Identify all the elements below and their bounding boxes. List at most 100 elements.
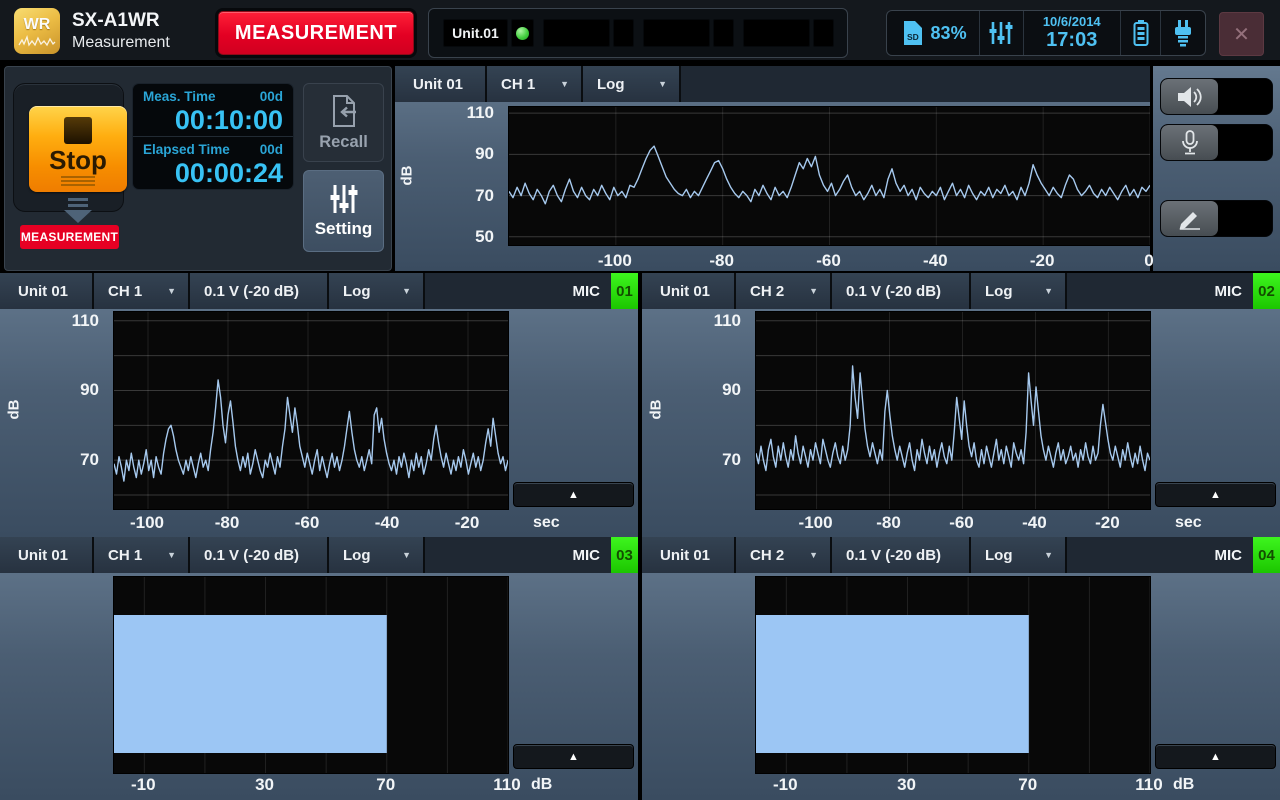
tool-column [1153, 66, 1280, 271]
mic02-channel-selector[interactable]: CH 2 ▼ [736, 273, 832, 309]
y-tick-label: 70 [475, 187, 494, 204]
app-logo: WR [14, 8, 60, 54]
mic-label: MIC [573, 273, 601, 309]
mixer-status [980, 11, 1024, 55]
x-tick-label: -100 [130, 510, 164, 536]
mic04-unit-selector[interactable]: Unit 01 [642, 537, 736, 573]
empty-unit-slot [543, 19, 610, 47]
mic-monitor-button[interactable] [1160, 124, 1273, 161]
mic03-channel-selector[interactable]: CH 1 ▼ [94, 537, 190, 573]
mic03-unit-selector[interactable]: Unit 01 [0, 537, 94, 573]
speaker-monitor-button[interactable] [1160, 78, 1273, 115]
y-axis-ticks: 1109070 [0, 311, 106, 508]
sd-card-icon: SD [900, 20, 924, 46]
marker-display [1218, 201, 1272, 236]
empty-unit-slot [643, 19, 710, 47]
recall-button-label: Recall [319, 133, 368, 152]
mic03-scale-selector[interactable]: Log ▼ [329, 537, 425, 573]
y-tick-label: 70 [722, 451, 741, 468]
chevron-down-icon: ▼ [658, 79, 667, 89]
mic01-range-display[interactable]: 0.1 V (-20 dB) [190, 273, 329, 309]
app-title-block: SX-A1WR Measurement [72, 9, 170, 53]
mic01-plot [113, 311, 509, 510]
app-subtitle: Measurement [72, 33, 170, 53]
x-axis-unit-label: sec [1175, 510, 1202, 536]
x-tick-label: -100 [598, 248, 632, 274]
unit-status-strip: Unit.01 [428, 8, 848, 58]
setting-sliders-icon [329, 184, 359, 214]
mic01-unit-selector[interactable]: Unit 01 [0, 273, 94, 309]
y-axis-ticks: 110907050 [395, 106, 501, 244]
marker-pen-button[interactable] [1160, 200, 1273, 237]
mic03-range-display[interactable]: 0.1 V (-20 dB) [190, 537, 329, 573]
close-button[interactable]: ✕ [1219, 12, 1264, 56]
empty-led-slot [713, 19, 734, 47]
mic01-channel-selector[interactable]: CH 1 ▼ [94, 273, 190, 309]
mic02-range-display[interactable]: 0.1 V (-20 dB) [832, 273, 971, 309]
stop-button-frame: Stop [13, 83, 124, 212]
setting-button[interactable]: Setting [303, 170, 384, 252]
chevron-up-icon: ▲ [568, 489, 579, 501]
empty-unit-slot [743, 19, 810, 47]
collapse-chart-button[interactable]: ▲ [513, 744, 634, 769]
elapsed-time-days: 00d [260, 143, 283, 158]
mic02-scale-selector[interactable]: Log ▼ [971, 273, 1067, 309]
collapse-chart-button[interactable]: ▲ [1155, 482, 1276, 507]
expand-down-arrow-icon[interactable] [63, 198, 93, 224]
mic01-number-badge: 01 [611, 273, 638, 309]
mic03-plot [113, 576, 509, 774]
mic04-channel-selector[interactable]: CH 2 ▼ [736, 537, 832, 573]
mic04-scale-selector[interactable]: Log ▼ [971, 537, 1067, 573]
recall-button[interactable]: Recall [303, 83, 384, 162]
measurement-mode-button[interactable]: MEASUREMENT [218, 11, 414, 55]
elapsed-time-value: 00:00:24 [143, 159, 283, 187]
x-axis-unit-label: dB [531, 772, 552, 798]
power-plug-icon [1171, 19, 1195, 47]
mic01-scale-selector[interactable]: Log ▼ [329, 273, 425, 309]
x-tick-label: 110 [493, 772, 520, 798]
mic02-number-badge: 02 [1253, 273, 1280, 309]
x-tick-label: 30 [897, 772, 916, 798]
x-tick-label: -40 [923, 248, 948, 274]
mixer-sliders-icon [989, 20, 1013, 46]
mic02-chart-panel: Unit 01 CH 2 ▼ 0.1 V (-20 dB) Log ▼ MIC … [642, 273, 1280, 537]
x-axis-ticks: -100-80-60-40-20sec [755, 510, 1275, 536]
x-tick-label: 70 [1018, 772, 1037, 798]
y-tick-label: 90 [80, 381, 99, 398]
y-tick-label: 50 [475, 228, 494, 245]
x-tick-label: -100 [799, 510, 833, 536]
chevron-up-icon: ▲ [1210, 751, 1221, 763]
elapsed-time-label: Elapsed Time [143, 143, 230, 158]
app-logo-text: WR [24, 17, 51, 33]
stop-button[interactable]: Stop [29, 106, 127, 192]
collapse-chart-button[interactable]: ▲ [1155, 744, 1276, 769]
chevron-down-icon: ▼ [1044, 550, 1053, 560]
unit-led-slot [511, 19, 534, 47]
x-tick-label: -20 [1095, 510, 1120, 536]
app-title: SX-A1WR [72, 9, 170, 33]
x-tick-label: -80 [215, 510, 240, 536]
x-tick-label: -10 [773, 772, 798, 798]
mic02-unit-selector[interactable]: Unit 01 [642, 273, 736, 309]
measurement-status-badge: MEASUREMENT [20, 225, 119, 249]
x-tick-label: 110 [1135, 772, 1162, 798]
y-tick-label: 90 [475, 145, 494, 162]
microphone-icon [1178, 130, 1202, 156]
collapse-chart-button[interactable]: ▲ [513, 482, 634, 507]
meas-time-days: 00d [260, 90, 283, 105]
meas-time-label: Meas. Time [143, 90, 216, 105]
speaker-level-display [1218, 79, 1272, 114]
x-tick-label: -60 [949, 510, 974, 536]
overview-channel-selector[interactable]: CH 1 ▼ [487, 66, 583, 102]
mic04-range-display[interactable]: 0.1 V (-20 dB) [832, 537, 971, 573]
overview-scale-selector[interactable]: Log ▼ [583, 66, 681, 102]
overview-unit-selector[interactable]: Unit 01 [395, 66, 487, 102]
x-axis-ticks: -100-80-60-40-20sec [113, 510, 633, 536]
recall-document-icon [329, 94, 359, 128]
y-tick-label: 90 [722, 381, 741, 398]
chevron-down-icon: ▼ [809, 550, 818, 560]
chevron-up-icon: ▲ [568, 751, 579, 763]
empty-led-slot [813, 19, 834, 47]
y-tick-label: 110 [714, 312, 741, 329]
chevron-down-icon: ▼ [167, 286, 176, 296]
